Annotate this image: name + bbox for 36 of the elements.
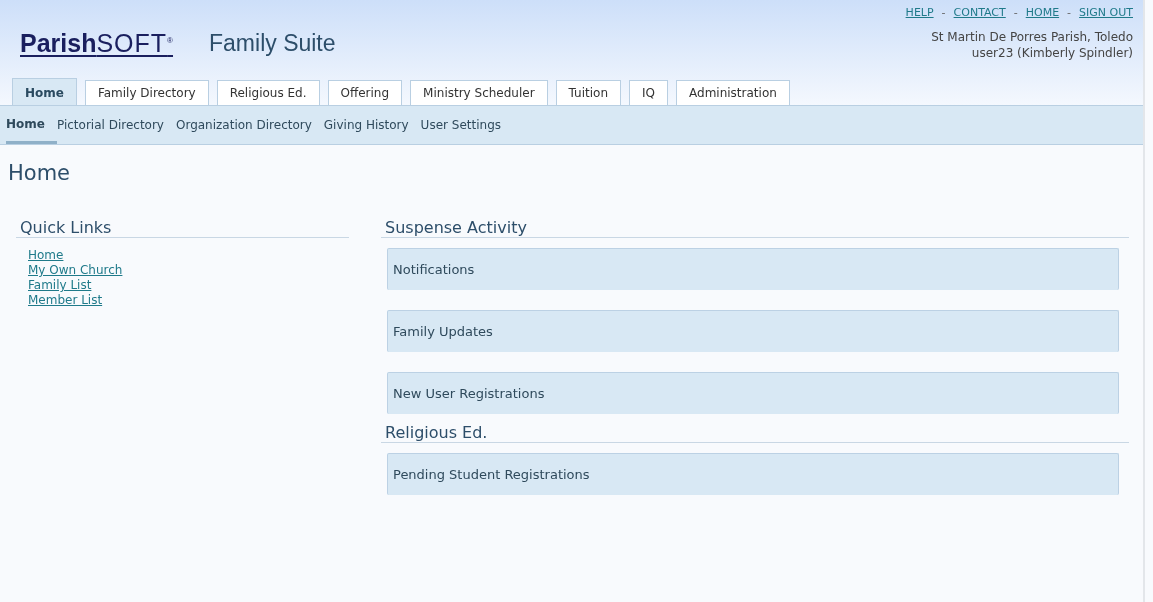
header-link[interactable]: HELP <box>905 6 934 19</box>
subnav-link[interactable]: Pictorial Directory <box>56 117 176 133</box>
nav-tab[interactable]: Offering <box>327 80 403 105</box>
subnav-link[interactable]: Organization Directory <box>175 117 324 133</box>
separator: - <box>1013 6 1018 19</box>
nav-tab[interactable]: Ministry Scheduler <box>410 80 548 105</box>
user-name: user23 (Kimberly Spindler) <box>970 45 1133 61</box>
nav-tab[interactable]: Home <box>12 78 77 105</box>
nav-tab[interactable]: IQ <box>629 80 669 105</box>
collapsible-panel[interactable]: New User Registrations <box>387 372 1119 414</box>
logo: ParishSOFT$^{®}$ <box>20 31 173 56</box>
separator: - <box>941 6 946 19</box>
subnav-link[interactable]: Giving History <box>323 117 421 133</box>
nav-tab[interactable]: Administration <box>676 80 790 105</box>
quick-link[interactable]: Family List <box>28 278 349 293</box>
subnav-link[interactable]: User Settings <box>420 117 513 133</box>
header-link[interactable]: CONTACT <box>953 6 1006 19</box>
quick-link[interactable]: Member List <box>28 293 349 308</box>
section-heading: Religious Ed. <box>381 424 1129 443</box>
app-title: Family Suite <box>209 30 336 57</box>
quick-link[interactable]: My Own Church <box>28 263 349 278</box>
nav-tab[interactable]: Tuition <box>555 80 622 105</box>
collapsible-panel[interactable]: Pending Student Registrations <box>387 453 1119 495</box>
collapsible-panel[interactable]: Notifications <box>387 248 1119 290</box>
page-title: Home <box>7 160 71 185</box>
parish-name: St Martin De Porres Parish, Toledo <box>931 29 1133 45</box>
quick-link[interactable]: Home <box>28 248 349 263</box>
nav-tab[interactable]: Family Directory <box>84 80 209 105</box>
section-heading: Suspense Activity <box>381 219 1129 238</box>
separator: - <box>1067 6 1072 19</box>
section-heading: Quick Links <box>16 219 349 238</box>
header-link[interactable]: SIGN OUT <box>1079 6 1133 19</box>
header-link[interactable]: HOME <box>1025 6 1060 19</box>
nav-tab[interactable]: Religious Ed. <box>216 80 320 105</box>
subnav-link[interactable]: Home <box>6 115 57 132</box>
collapsible-panel[interactable]: Family Updates <box>387 310 1119 352</box>
